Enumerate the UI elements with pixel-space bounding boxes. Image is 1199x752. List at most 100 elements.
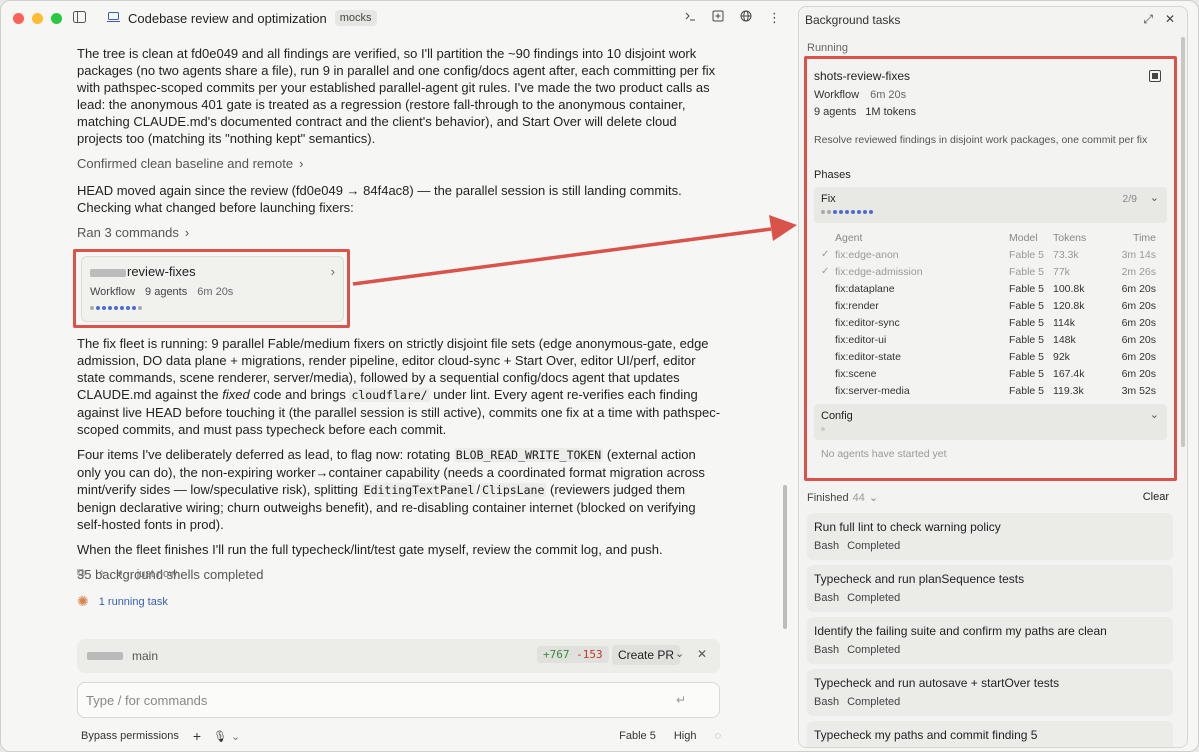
- finished-section-toggle[interactable]: Finished 44 ⌄: [807, 491, 878, 505]
- branch-bar: main +767 -153 Create PR ⌄ ✕: [77, 639, 720, 673]
- progress-dot: [863, 210, 867, 214]
- globe-icon[interactable]: [740, 10, 752, 26]
- task-meta: Workflow 6m 20s: [814, 89, 906, 101]
- finished-label: Finished: [807, 491, 849, 504]
- progress-dot: [120, 306, 124, 310]
- diff-stat[interactable]: +767 -153: [537, 646, 609, 663]
- agent-name: fix:scene: [835, 368, 877, 380]
- agent-tokens: 92k: [1053, 351, 1070, 363]
- expand-icon[interactable]: ⤢: [1143, 12, 1153, 27]
- add-icon[interactable]: +: [193, 728, 201, 744]
- check-icon: ✓: [821, 249, 830, 260]
- agent-model: Fable 5: [1009, 317, 1045, 329]
- composer-footer: Bypass permissions + 🎙︎ ⌄ Fable 5 High ◌: [81, 728, 721, 744]
- pin-icon[interactable]: ✧: [97, 567, 106, 580]
- conversation-title[interactable]: Codebase review and optimization: [128, 11, 327, 26]
- no-agents-message: No agents have started yet: [821, 448, 947, 460]
- minimize-window-button[interactable]: [32, 12, 43, 24]
- agent-row[interactable]: fix:dataplane Fable 5 100.8k 6m 20s: [821, 281, 1162, 298]
- workflow-card-title: review-fixes: [127, 264, 196, 279]
- confirmed-baseline-label: Confirmed clean baseline and remote: [77, 156, 294, 171]
- agent-tokens: 114k: [1053, 317, 1075, 329]
- agent-time: 6m 20s: [1121, 300, 1156, 312]
- close-icon[interactable]: ✕: [1165, 12, 1175, 27]
- finished-task-tool: Bash: [814, 592, 840, 604]
- agent-name: fix:editor-sync: [835, 317, 900, 329]
- task-tokens: 1M tokens: [865, 106, 917, 118]
- sidebar-toggle-icon[interactable]: [73, 11, 86, 26]
- agents-table-body: ✓ fix:edge-anon Fable 5 73.3k 3m 14s ✓ fix:edg…: [821, 247, 1162, 400]
- permissions-mode[interactable]: Bypass permissions: [81, 730, 179, 742]
- repo-chip[interactable]: mocks: [334, 10, 377, 26]
- chevron-down-icon[interactable]: ⌄: [675, 647, 684, 660]
- clear-finished-button[interactable]: Clear: [1143, 491, 1169, 503]
- running-task-indicator[interactable]: ✺ 1 running task: [77, 593, 168, 610]
- agent-tokens: 73.3k: [1053, 249, 1079, 261]
- agent-row[interactable]: fix:editor-state Fable 5 92k 6m 20s: [821, 349, 1162, 366]
- agent-tokens: 167.4k: [1053, 368, 1085, 380]
- finished-task-status: Completed: [847, 592, 901, 604]
- finished-task-item[interactable]: Typecheck and run planSequence tests Bash…: [807, 565, 1173, 612]
- agent-row[interactable]: fix:editor-ui Fable 5 148k 6m 20s: [821, 332, 1162, 349]
- agent-row[interactable]: ✓ fix:edge-anon Fable 5 73.3k 3m 14s: [821, 247, 1162, 264]
- progress-dot: [821, 210, 825, 214]
- model-selector[interactable]: Fable 5: [619, 730, 656, 742]
- agent-row[interactable]: fix:render Fable 5 120.8k 6m 20s: [821, 298, 1162, 315]
- chevron-right-icon: ›: [330, 264, 335, 279]
- agent-name: fix:server-media: [835, 385, 910, 397]
- terminal-icon[interactable]: [684, 10, 696, 26]
- model-controls: Fable 5 High ◌: [619, 730, 721, 742]
- finished-task-item[interactable]: Identify the failing suite and confirm m…: [807, 617, 1173, 664]
- laptop-icon: [107, 11, 120, 26]
- finished-task-title: Identify the failing suite and confirm m…: [814, 624, 1107, 638]
- effort-selector[interactable]: High: [674, 730, 697, 742]
- progress-dot: [96, 306, 100, 310]
- zoom-window-button[interactable]: [51, 12, 62, 24]
- stop-task-icon[interactable]: [1149, 70, 1161, 82]
- fleet-code-path: cloudflare/: [349, 388, 430, 402]
- close-icon[interactable]: ✕: [697, 647, 707, 661]
- finished-task-meta: Bash Completed: [814, 540, 900, 552]
- deferred-code-lane: ClipsLane: [480, 483, 547, 497]
- copy-icon[interactable]: ⧉: [77, 567, 85, 580]
- progress-dot: [869, 210, 873, 214]
- agent-row[interactable]: fix:server-media Fable 5 119.3k 3m 52s: [821, 383, 1162, 400]
- confirmed-baseline-toggle[interactable]: Confirmed clean baseline and remote ›: [77, 155, 722, 172]
- message-actions: ⧉ ✧ 🔈︎ just now: [77, 567, 177, 580]
- create-pr-button[interactable]: Create PR: [612, 645, 681, 665]
- agent-model: Fable 5: [1009, 368, 1045, 380]
- assistant-message-head-moved: HEAD moved again since the review (fd0e0…: [77, 183, 682, 215]
- finished-task-item[interactable]: Typecheck my paths and commit finding 5B…: [807, 721, 1173, 747]
- finished-task-item[interactable]: Run full lint to check warning policy Bas…: [807, 513, 1173, 560]
- phase-config[interactable]: Config ⌄: [814, 404, 1167, 440]
- background-tasks-panel: Background tasks ⤢ ✕ Running shots-revie…: [798, 6, 1188, 748]
- agent-row[interactable]: fix:scene Fable 5 167.4k 6m 20s: [821, 366, 1162, 383]
- branch-name[interactable]: main: [132, 649, 158, 663]
- transcript-scrollbar[interactable]: [783, 485, 787, 629]
- finished-task-meta: Bash Completed: [814, 592, 900, 604]
- add-panel-icon[interactable]: [712, 10, 724, 26]
- panel-actions: ⤢ ✕: [1143, 12, 1175, 27]
- microphone-icon[interactable]: 🎙︎: [213, 730, 227, 743]
- titlebar-actions: ⋮: [684, 10, 781, 26]
- finished-task-item[interactable]: Typecheck and run autosave + startOver t…: [807, 669, 1173, 716]
- close-window-button[interactable]: [13, 12, 24, 24]
- workflow-card[interactable]: review-fixes › Workflow 9 agents 6m 20s: [81, 256, 344, 322]
- chevron-down-icon[interactable]: ⌄: [231, 730, 240, 743]
- progress-dot: [833, 210, 837, 214]
- finished-task-tool: Bash: [814, 696, 840, 708]
- agent-tokens: 100.8k: [1053, 283, 1085, 295]
- send-return-icon[interactable]: ↵: [676, 693, 686, 707]
- agent-row[interactable]: ✓ fix:edge-admission Fable 5 77k 2m 26s: [821, 264, 1162, 281]
- phase-name: Fix: [821, 193, 836, 205]
- ran-commands-toggle[interactable]: Ran 3 commands ›: [77, 224, 722, 241]
- agent-model: Fable 5: [1009, 334, 1045, 346]
- more-menu-icon[interactable]: ⋮: [768, 10, 781, 26]
- panel-scrollbar[interactable]: [1181, 37, 1185, 447]
- phase-fix[interactable]: Fix 2/9 ⌄: [814, 187, 1167, 223]
- speaker-icon[interactable]: 🔈︎: [118, 567, 125, 580]
- fleet-text-b: code and brings: [249, 387, 350, 402]
- panel-title: Background tasks: [805, 13, 901, 27]
- prompt-input[interactable]: [86, 692, 676, 708]
- agent-row[interactable]: fix:editor-sync Fable 5 114k 6m 20s: [821, 315, 1162, 332]
